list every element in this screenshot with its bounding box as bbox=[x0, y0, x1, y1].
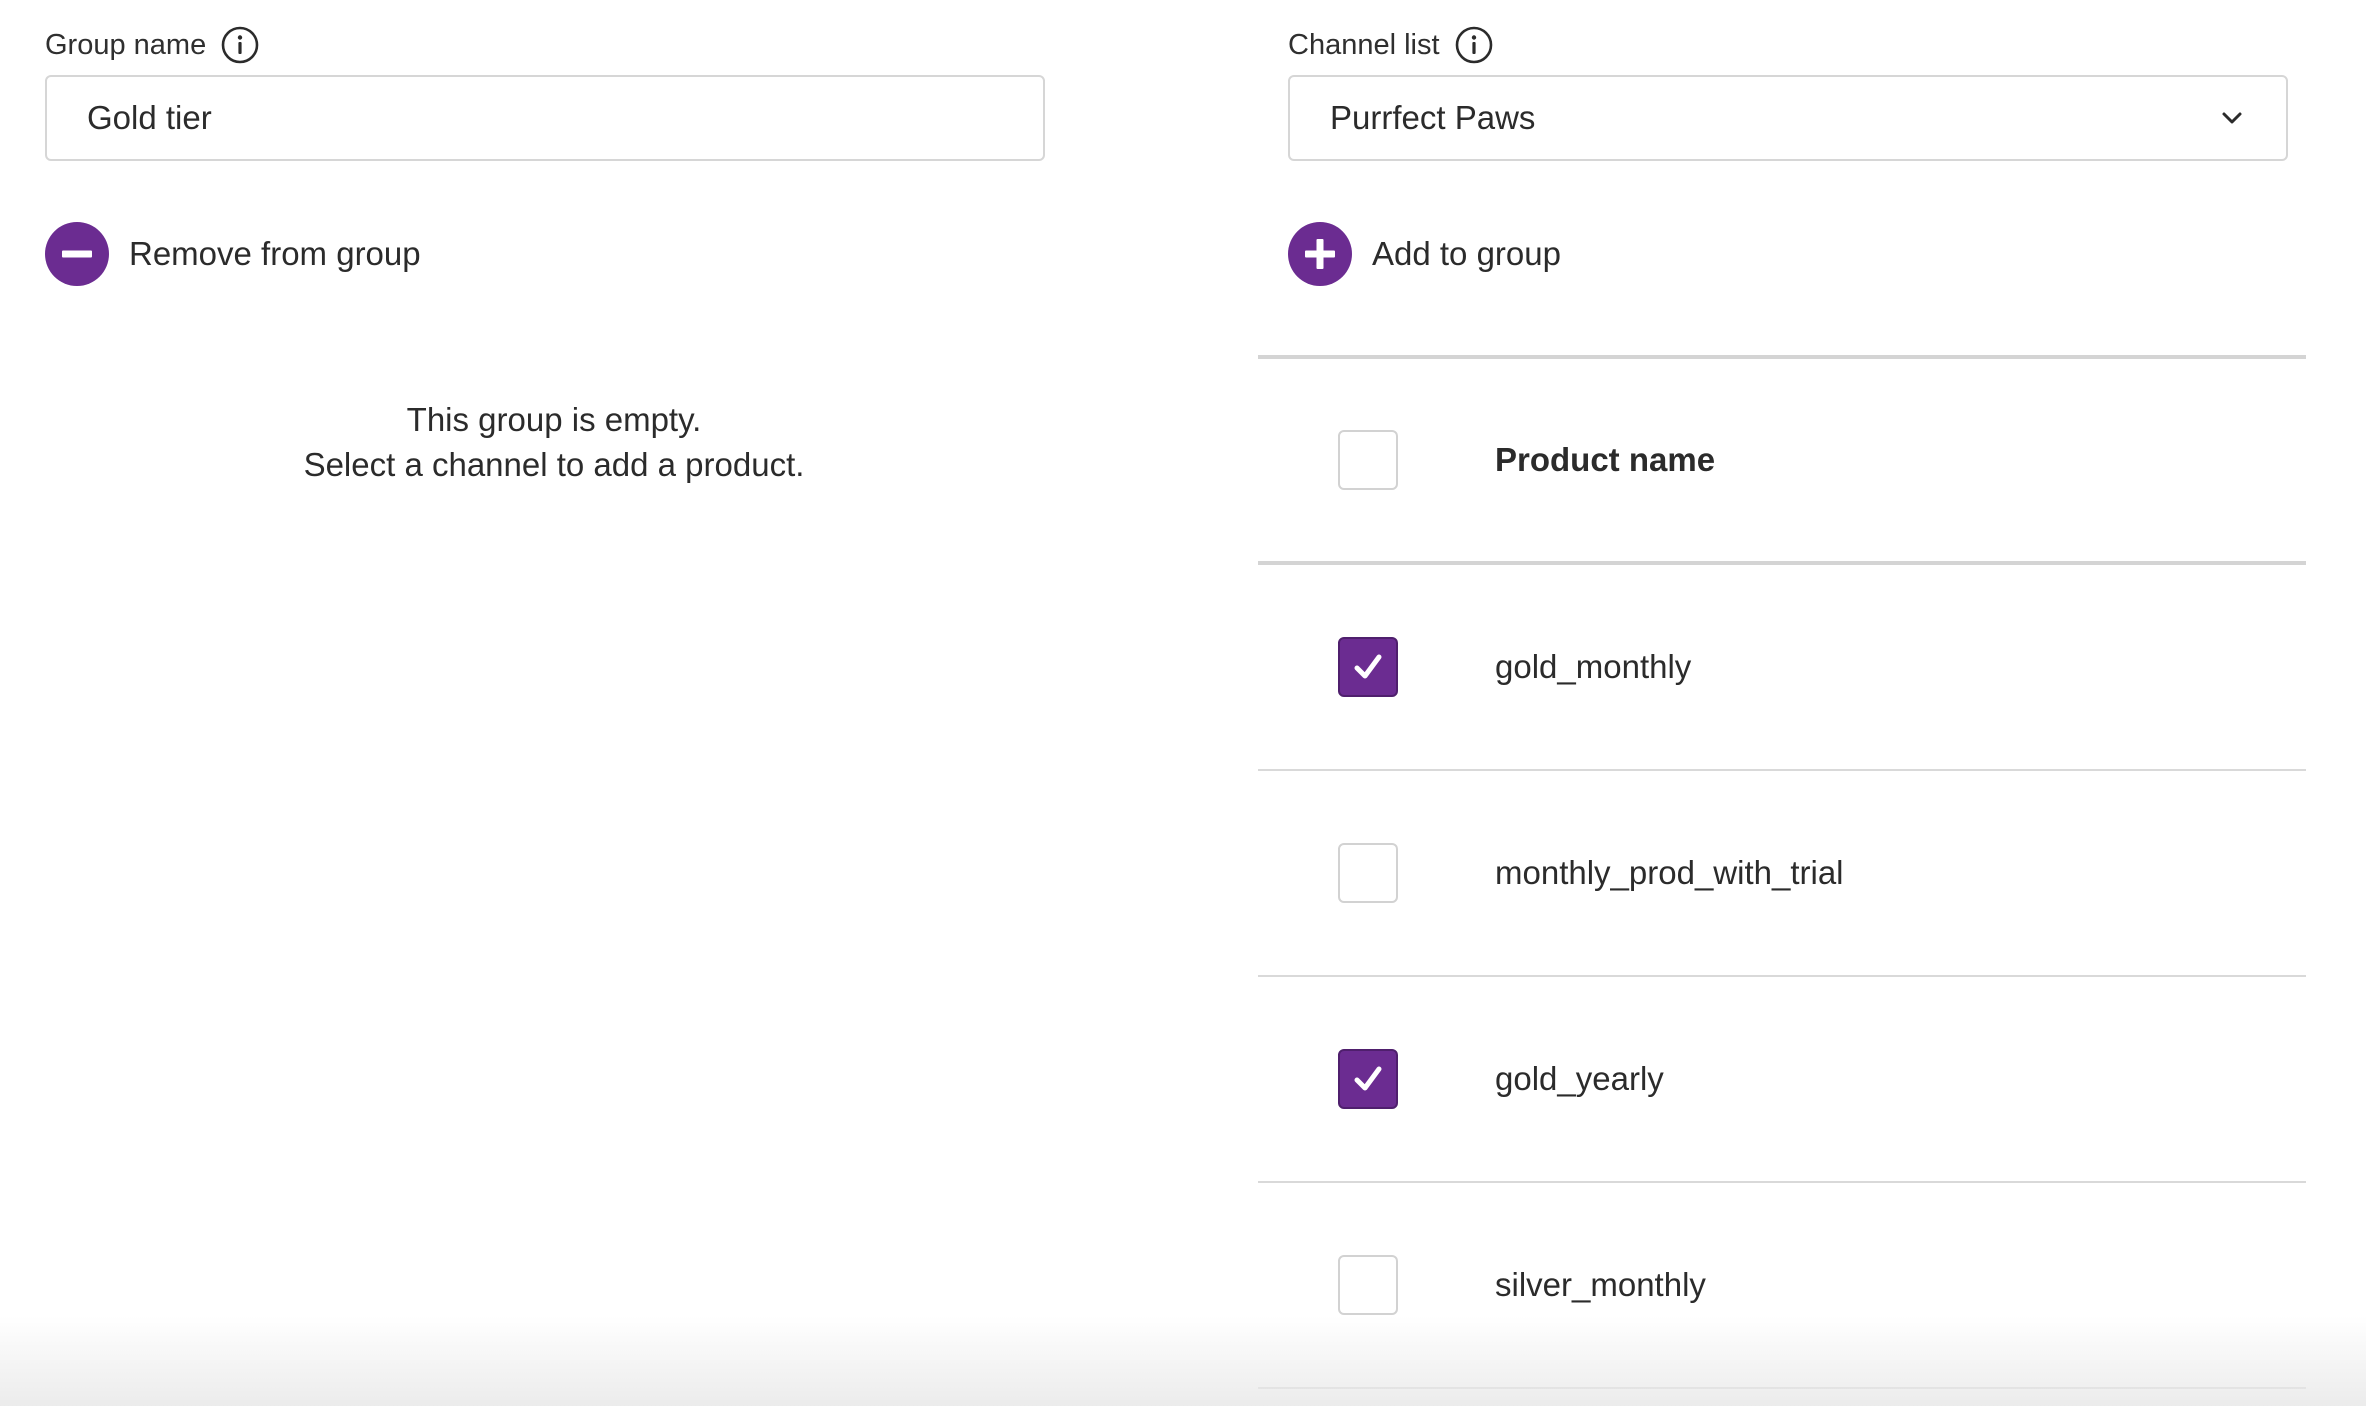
table-row: gold_monthly bbox=[1258, 565, 2306, 771]
group-name-label: Group name bbox=[45, 28, 207, 61]
product-name-header: Product name bbox=[1495, 441, 1716, 478]
info-icon[interactable] bbox=[220, 25, 260, 65]
plus-circle-icon bbox=[1288, 222, 1352, 286]
row-checkbox[interactable] bbox=[1338, 637, 1398, 697]
remove-from-group-label: Remove from group bbox=[129, 235, 421, 272]
product-name-cell: gold_yearly bbox=[1495, 1060, 1664, 1097]
info-icon[interactable] bbox=[1454, 25, 1494, 65]
minus-circle-icon bbox=[45, 222, 109, 286]
row-checkbox[interactable] bbox=[1338, 1049, 1398, 1109]
checkmark-icon bbox=[1354, 1066, 1382, 1091]
empty-group-message: This group is empty. Select a channel to… bbox=[45, 397, 1063, 487]
product-group-editor: Group name Remove from group This group … bbox=[0, 0, 2366, 1406]
group-name-label-row: Group name bbox=[45, 22, 260, 68]
add-to-group-label: Add to group bbox=[1372, 235, 1561, 272]
table-row: monthly_prod_with_trial bbox=[1258, 771, 2306, 977]
checkmark-icon bbox=[1354, 654, 1382, 679]
chevron-down-icon bbox=[2218, 104, 2246, 132]
channel-select-value: Purrfect Paws bbox=[1330, 99, 1536, 136]
table-row: silver_monthly bbox=[1258, 1183, 2306, 1389]
table-body: gold_monthly monthly_prod_with_trial gold_… bbox=[1258, 565, 2306, 1389]
table-row: gold_yearly bbox=[1258, 977, 2306, 1183]
product-name-cell: gold_monthly bbox=[1495, 648, 1692, 685]
channel-list-label: Channel list bbox=[1288, 28, 1440, 61]
remove-from-group-button[interactable]: Remove from group bbox=[45, 222, 421, 286]
add-to-group-button[interactable]: Add to group bbox=[1288, 222, 1561, 286]
group-name-input[interactable] bbox=[45, 75, 1045, 161]
channel-list-label-row: Channel list bbox=[1288, 22, 1494, 68]
product-table: Product name gold_monthly monthly_prod_wi… bbox=[1258, 355, 2306, 1389]
empty-message-line1: This group is empty. bbox=[406, 401, 702, 438]
product-name-cell: silver_monthly bbox=[1495, 1266, 1706, 1303]
empty-message-line2: Select a channel to add a product. bbox=[303, 446, 805, 483]
row-checkbox[interactable] bbox=[1338, 843, 1398, 903]
select-all-checkbox[interactable] bbox=[1338, 430, 1398, 490]
product-name-cell: monthly_prod_with_trial bbox=[1495, 854, 1844, 891]
table-header-row: Product name bbox=[1258, 355, 2306, 565]
row-checkbox[interactable] bbox=[1338, 1255, 1398, 1315]
channel-select[interactable]: Purrfect Paws bbox=[1288, 75, 2288, 161]
